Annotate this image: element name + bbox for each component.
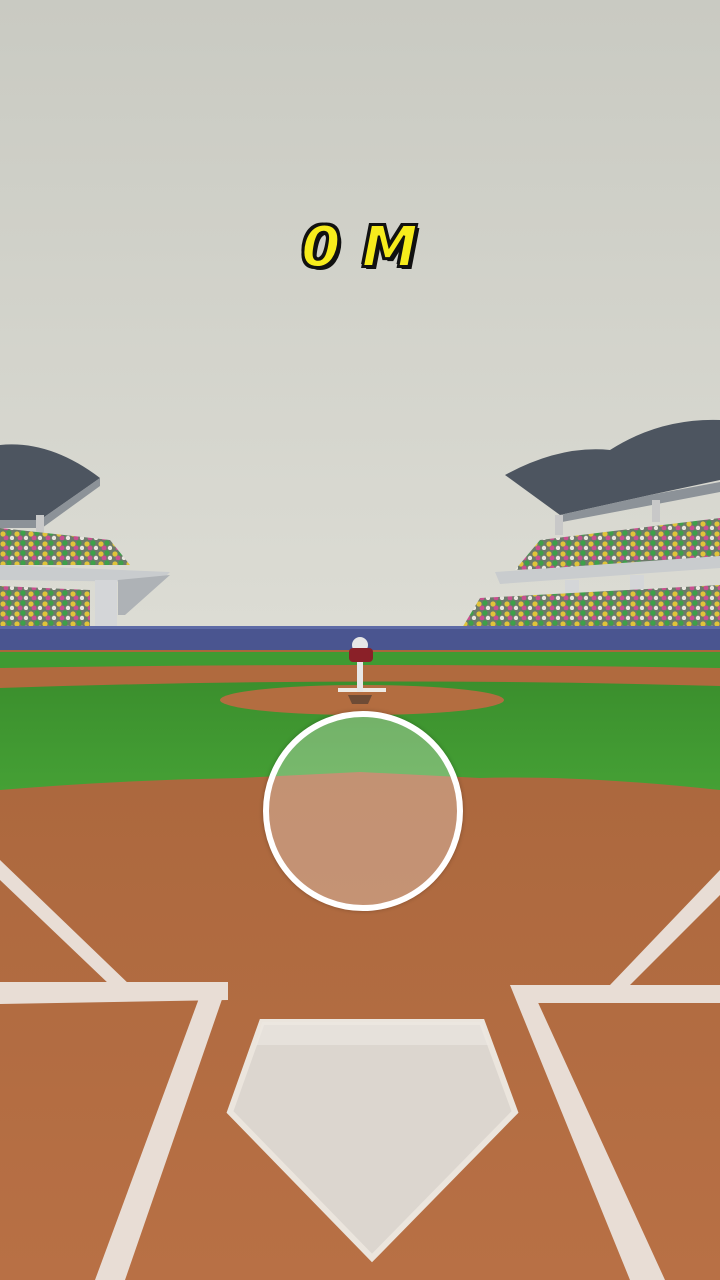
stadium-scene [0, 0, 720, 1280]
distance-counter: 0 M [300, 214, 419, 281]
aim-reticle-icon[interactable] [263, 711, 463, 911]
